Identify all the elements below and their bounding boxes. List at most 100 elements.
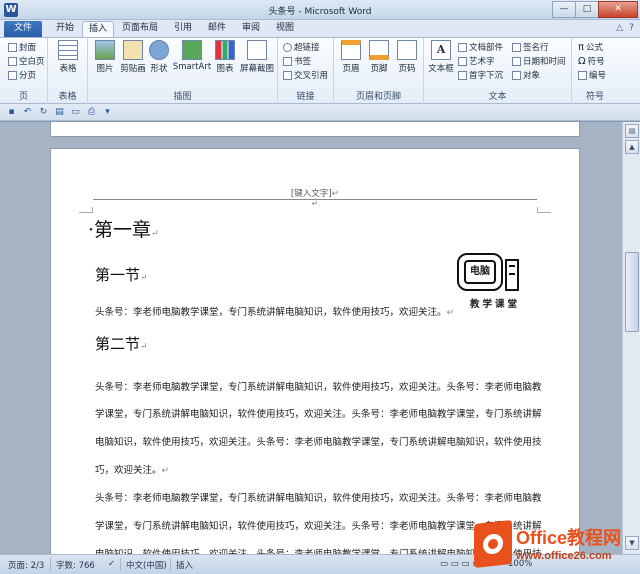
signature-line-button[interactable]: 签名行 [512,41,549,53]
group-label-pages: 页 [18,92,28,102]
word-count[interactable]: 字数: 766 [56,559,95,571]
computer-teaching-logo[interactable]: 电脑 教学课堂 [453,249,537,311]
watermark: Office教程网 www.office26.com [470,520,640,570]
open-folder-icon[interactable]: ▭ [70,107,81,118]
tab-references[interactable]: 引用 [168,21,198,37]
wordart-icon [458,56,467,66]
section-heading-2: 第二节↵ [95,335,148,353]
numbering-icon [578,70,587,80]
vertical-scrollbar[interactable]: ▤ ▲ ▼ [622,122,640,554]
print-preview-icon[interactable]: ▤ [54,107,65,118]
group-header-footer: 页眉 页脚 页码 页眉和页脚 [334,38,424,104]
tab-mailings[interactable]: 邮件 [202,21,232,37]
signature-line-icon [512,42,521,52]
group-illustrations: 图片 剪贴画 形状 SmartArt 图表 屏幕截图 插图 [88,38,278,104]
omega-icon: Ω [578,55,586,67]
object-button[interactable]: 对象 [512,69,540,81]
table-button[interactable]: 表格 [56,40,80,74]
textbox-button[interactable]: A 文本框 [427,40,455,74]
tab-page-layout[interactable]: 页面布局 [118,21,162,37]
quick-print-icon[interactable]: ⎙ [86,107,97,118]
group-label-tables: 表格 [58,92,77,102]
maximize-button[interactable]: □ [575,1,599,18]
page-break-icon [8,70,17,80]
footer-icon [369,40,389,60]
tab-home[interactable]: 开始 [50,21,80,37]
undo-icon[interactable]: ↶ [22,107,33,118]
redo-icon[interactable]: ↻ [38,107,49,118]
document-area: [键入文字]↵ ↵ ·第一章↵ 第一节↵ 头条号：李老师电脑教学课堂，专门系统讲… [0,122,622,554]
chart-button[interactable]: 图表 [214,40,236,74]
watermark-url: www.office26.com [516,550,612,562]
clipart-button[interactable]: 剪贴画 [118,40,148,74]
cross-reference-button[interactable]: 交叉引用 [283,69,328,81]
numbering-button[interactable]: 编号 [578,69,606,81]
cover-page-button[interactable]: 封面 [8,41,36,53]
header-paragraph-mark: ↵ [311,199,319,208]
blank-page-button[interactable]: 空白页 [8,55,45,67]
previous-page-bottom [50,122,580,137]
picture-button[interactable]: 图片 [92,40,118,74]
group-label-illustrations: 插图 [173,92,192,102]
minimize-button[interactable]: — [552,1,576,18]
tab-insert[interactable]: 插入 [82,21,114,37]
wordart-button[interactable]: 艺术字 [458,55,495,67]
header-icon [341,40,361,60]
cross-reference-icon [283,70,292,80]
object-icon [512,70,521,80]
document-page[interactable]: [键入文字]↵ ↵ ·第一章↵ 第一节↵ 头条号：李老师电脑教学课堂，专门系统讲… [50,148,580,554]
group-symbols: π 公式 Ω 符号 编号 符号 [572,38,618,104]
quick-parts-button[interactable]: 文档部件 [458,41,503,53]
close-button[interactable]: ✕ [598,1,638,18]
hyperlink-icon [283,42,292,52]
footer-button[interactable]: 页脚 [366,40,392,74]
customize-toolbar-icon[interactable]: ▾ [102,107,113,118]
page-number-button[interactable]: 页码 [394,40,420,74]
page-count[interactable]: 页面: 2/3 [8,559,44,571]
group-pages: 封面 空白页 分页 页 [0,38,48,104]
window-title: 头条号 - Microsoft Word [268,7,372,17]
picture-icon [95,40,115,60]
shapes-button[interactable]: 形状 [148,40,170,74]
date-time-button[interactable]: 日期和时间 [512,55,566,67]
pi-icon: π [578,41,585,53]
ruler-toggle-icon[interactable]: ▤ [625,124,639,138]
smartart-button[interactable]: SmartArt [172,40,212,72]
tab-file[interactable]: 文件 [4,21,42,37]
shapes-icon [149,40,169,60]
bookmark-button[interactable]: 书签 [283,55,311,67]
page-break-button[interactable]: 分页 [8,69,36,81]
header-button[interactable]: 页眉 [338,40,364,74]
paragraph-2-line: 电脑知识，软件使用技巧，欢迎关注。头条号：李老师电脑教学课堂，专门系统讲解电脑知… [95,437,542,448]
chapter-heading: ·第一章↵ [88,219,159,241]
insert-mode-indicator[interactable]: 插入 [176,559,193,571]
symbol-button[interactable]: Ω 符号 [578,55,605,68]
monitor-icon: 电脑 [457,253,503,291]
margin-corner-left [79,207,93,213]
drop-cap-button[interactable]: 首字下沉 [458,69,503,81]
tab-view[interactable]: 视图 [270,21,300,37]
status-divider [170,558,171,571]
clipart-icon [123,40,143,60]
save-icon[interactable]: ▪ [6,107,17,118]
table-icon [58,40,78,60]
title-bar: W 头条号 - Microsoft Word — □ ✕ [0,0,640,20]
tab-review[interactable]: 审阅 [236,21,266,37]
drop-cap-icon [458,70,467,80]
section-heading-1: 第一节↵ [95,266,148,284]
screenshot-button[interactable]: 屏幕截图 [238,40,276,74]
proofing-icon[interactable]: ✓ [108,559,115,569]
equation-button[interactable]: π 公式 [578,41,603,54]
scroll-up-icon[interactable]: ▲ [625,140,639,154]
group-label-header-footer: 页眉和页脚 [355,92,401,102]
group-tables: 表格 表格 [48,38,88,104]
hyperlink-button[interactable]: 超链接 [283,41,320,53]
header-placeholder[interactable]: [键入文字]↵ [51,187,579,199]
scrollbar-thumb[interactable] [625,252,639,332]
page-number-icon [397,40,417,60]
help-icon[interactable]: ? [629,23,634,33]
language-indicator[interactable]: 中文(中国) [126,559,167,571]
window-controls: — □ ✕ [552,1,638,18]
logo-caption: 教学课堂 [469,299,520,310]
minimize-ribbon-icon[interactable]: △ [616,23,623,33]
